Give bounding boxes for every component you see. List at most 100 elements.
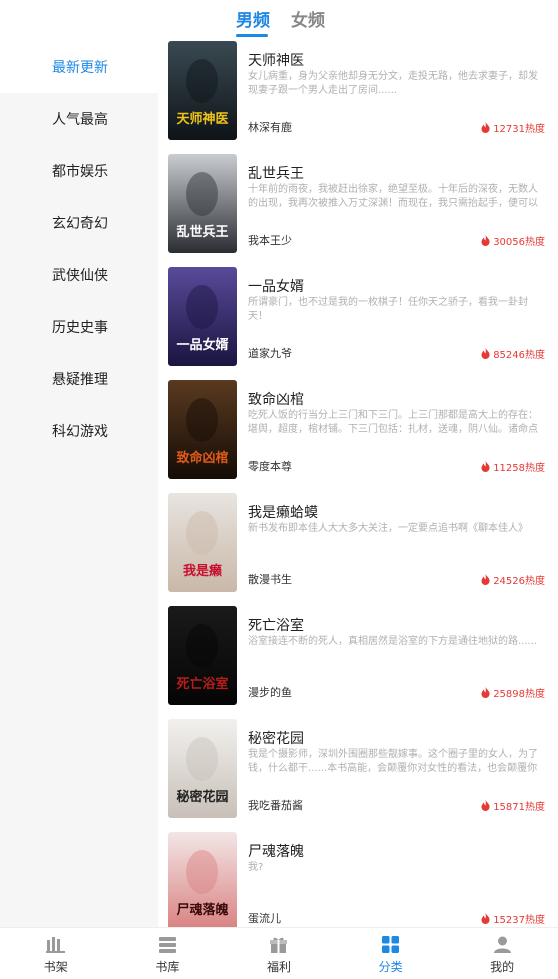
book-title[interactable]: 秘密花园 — [248, 728, 304, 748]
cover-title-art: 乱世兵王 — [176, 224, 228, 240]
book-author: 蛋流儿 — [248, 912, 281, 925]
flame-icon — [481, 687, 490, 698]
sidebar-item-scifi[interactable]: 科幻游戏 — [0, 405, 158, 457]
book-item[interactable]: 我是癞 我是癞蛤蟆 新书发布即本佳人大大多大关注，一定要点追书啊《聊本佳人》 散漫书生… — [158, 492, 558, 605]
book-cover[interactable]: 天师神医 — [168, 41, 237, 140]
bottom-navigation: 书架 书库 福利 分类 我的 — [0, 927, 558, 979]
book-author: 我吃番茄酱 — [248, 799, 303, 812]
book-description: 我? — [248, 862, 264, 873]
nav-gift[interactable]: 福利 — [223, 928, 335, 979]
flame-icon — [481, 348, 490, 359]
heat-value: 85246热度 — [493, 350, 545, 361]
book-cover[interactable]: 乱世兵王 — [168, 154, 237, 253]
nav-label: 分类 — [378, 960, 403, 974]
nav-label: 书库 — [155, 960, 180, 974]
book-title[interactable]: 我是癞蛤蟆 — [248, 502, 318, 522]
active-tab-indicator — [236, 34, 268, 37]
heat-badge: 85246热度 — [481, 346, 545, 361]
heat-badge: 15871热度 — [481, 798, 545, 813]
sidebar-item-history[interactable]: 历史史事 — [0, 301, 158, 353]
flame-icon — [481, 913, 490, 924]
book-cover[interactable]: 致命凶棺 — [168, 380, 237, 479]
book-item[interactable]: 死亡浴室 死亡浴室 浴室接连不断的死人，真相居然是浴室的下方是通往地狱的路.....… — [158, 605, 558, 718]
book-description: 浴室接连不断的死人，真相居然是浴室的下方是通往地狱的路...... — [248, 636, 538, 647]
book-item[interactable]: 尸魂落魄 尸魂落魄 我? 蛋流儿 15237热度 — [158, 831, 558, 927]
book-title[interactable]: 一品女婿 — [248, 276, 304, 296]
book-title[interactable]: 致命凶棺 — [248, 389, 304, 409]
book-title[interactable]: 乱世兵王 — [248, 163, 304, 183]
heat-badge: 24526热度 — [481, 572, 545, 587]
sidebar-item-mystery[interactable]: 悬疑推理 — [0, 353, 158, 405]
nav-profile[interactable]: 我的 — [446, 928, 558, 979]
bookshelf-icon — [46, 937, 66, 953]
book-item[interactable]: 一品女婿 一品女婿 所谓豪门，也不过是我的一枚棋子！任你天之骄子，看我一卦封天！ 道家… — [158, 266, 558, 379]
heat-badge: 12731热度 — [481, 120, 545, 135]
book-title[interactable]: 尸魂落魄 — [248, 841, 304, 861]
book-title[interactable]: 天师神医 — [248, 50, 304, 70]
book-author: 我本王少 — [248, 234, 292, 247]
heat-badge: 25898热度 — [481, 685, 545, 700]
book-author: 零度本尊 — [248, 460, 292, 473]
cover-title-art: 天师神医 — [176, 111, 228, 127]
book-author: 漫步的鱼 — [248, 686, 292, 699]
gift-icon — [270, 937, 288, 953]
heat-value: 30056热度 — [493, 237, 545, 248]
book-cover[interactable]: 我是癞 — [168, 493, 237, 592]
book-cover[interactable]: 一品女婿 — [168, 267, 237, 366]
heat-badge: 15237热度 — [481, 911, 545, 926]
tab-male[interactable]: 男频 — [236, 6, 270, 31]
nav-category[interactable]: 分类 — [335, 928, 447, 979]
book-author: 林深有鹿 — [248, 121, 292, 134]
sidebar-item-urban[interactable]: 都市娱乐 — [0, 145, 158, 197]
heat-value: 15871热度 — [493, 802, 545, 813]
cover-title-art: 我是癞 — [183, 563, 222, 579]
cover-title-art: 致命凶棺 — [176, 450, 228, 466]
flame-icon — [481, 574, 490, 585]
book-cover[interactable]: 尸魂落魄 — [168, 832, 237, 927]
category-sidebar: 最新更新 人气最高 都市娱乐 玄幻奇幻 武侠仙侠 历史史事 悬疑推理 科幻游戏 — [0, 40, 158, 927]
cover-title-art: 死亡浴室 — [176, 676, 228, 692]
category-icon — [382, 936, 400, 953]
book-author: 道家九爷 — [248, 347, 292, 360]
nav-library[interactable]: 书库 — [112, 928, 224, 979]
book-item[interactable]: 致命凶棺 致命凶棺 吃死人饭的行当分上三门和下三门。上三门那都是高大上的存在：堪舆，… — [158, 379, 558, 492]
book-description: 女儿病重，身为父亲他却身无分文，走投无路，他去求妻子，却发现妻子跟一个男人走出了… — [248, 71, 538, 96]
book-description: 吃死人饭的行当分上三门和下三门。上三门那都是高大上的存在：堪舆，超度，棺材铺。下… — [248, 410, 538, 435]
sidebar-item-fantasy[interactable]: 玄幻奇幻 — [0, 197, 158, 249]
heat-badge: 30056热度 — [481, 233, 545, 248]
nav-label: 书架 — [43, 960, 68, 974]
flame-icon — [481, 800, 490, 811]
sidebar-item-latest[interactable]: 最新更新 — [0, 40, 158, 93]
profile-icon — [493, 936, 511, 953]
nav-label: 我的 — [490, 960, 515, 974]
flame-icon — [481, 122, 490, 133]
library-icon — [158, 937, 176, 953]
book-cover[interactable]: 秘密花园 — [168, 719, 237, 818]
heat-value: 12731热度 — [493, 124, 545, 135]
nav-bookshelf[interactable]: 书架 — [0, 928, 112, 979]
cover-title-art: 秘密花园 — [176, 789, 228, 805]
book-description: 新书发布即本佳人大大多大关注，一定要点追书啊《聊本佳人》 — [248, 523, 528, 534]
heat-value: 15237热度 — [493, 915, 545, 926]
book-item[interactable]: 秘密花园 秘密花园 我是个摄影师，深圳外围圈那些靓嫁事。这个圈子里的女人，为了钱，什… — [158, 718, 558, 831]
cover-title-art: 一品女婿 — [176, 337, 229, 353]
book-title[interactable]: 死亡浴室 — [248, 615, 304, 635]
cover-title-art: 尸魂落魄 — [176, 902, 228, 918]
top-tab-bar: 男频 女频 — [0, 0, 558, 40]
sidebar-item-popular[interactable]: 人气最高 — [0, 93, 158, 145]
book-author: 散漫书生 — [248, 573, 292, 586]
flame-icon — [481, 235, 490, 246]
sidebar-item-wuxia[interactable]: 武侠仙侠 — [0, 249, 158, 301]
book-description: 我是个摄影师，深圳外围圈那些靓嫁事。这个圈子里的女人，为了钱，什么都干.....… — [248, 749, 538, 774]
heat-value: 24526热度 — [493, 576, 545, 587]
book-cover[interactable]: 死亡浴室 — [168, 606, 237, 705]
book-item[interactable]: 天师神医 天师神医 女儿病重，身为父亲他却身无分文，走投无路，他去求妻子，却发现妻子… — [158, 40, 558, 153]
tab-female[interactable]: 女频 — [291, 6, 325, 31]
heat-value: 11258热度 — [493, 463, 545, 474]
heat-badge: 11258热度 — [481, 459, 545, 474]
nav-label: 福利 — [266, 960, 291, 974]
heat-value: 25898热度 — [493, 689, 545, 700]
book-item[interactable]: 乱世兵王 乱世兵王 十年前的雨夜，我被赶出徐家，绝望至极。十年后的深夜，无数人的出现… — [158, 153, 558, 266]
flame-icon — [481, 461, 490, 472]
book-description: 十年前的雨夜，我被赶出徐家，绝望至极。十年后的深夜，无数人的出现，我再次被推入万… — [248, 184, 538, 209]
